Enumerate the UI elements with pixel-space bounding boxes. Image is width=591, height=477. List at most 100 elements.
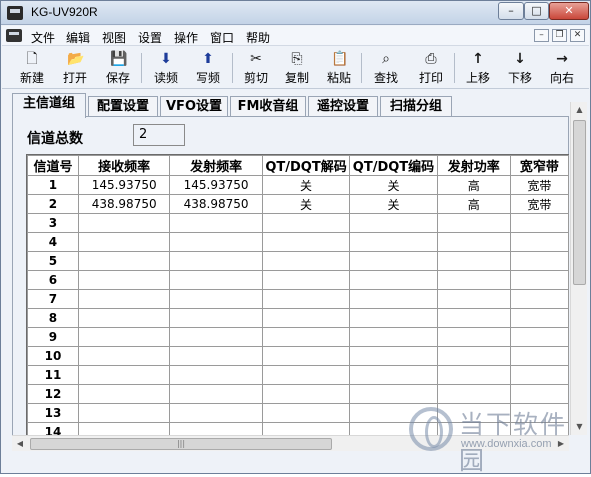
- rx-freq-cell[interactable]: [77, 289, 171, 309]
- scroll-left-arrow-icon[interactable]: ◀: [12, 436, 28, 452]
- scroll-up-arrow-icon[interactable]: ▲: [571, 102, 588, 118]
- bandwidth-cell[interactable]: [509, 308, 569, 328]
- qt-decode-cell[interactable]: [261, 270, 351, 290]
- tx-freq-cell[interactable]: [169, 289, 263, 309]
- vertical-scroll-thumb[interactable]: [573, 120, 586, 285]
- tx-power-cell[interactable]: [436, 289, 511, 309]
- bandwidth-cell[interactable]: [509, 384, 569, 404]
- table-row[interactable]: 12: [27, 384, 569, 404]
- minimize-button[interactable]: –: [498, 2, 524, 20]
- horizontal-scroll-thumb[interactable]: |||: [30, 438, 332, 450]
- move-down-button[interactable]: ↓ 下移: [502, 49, 538, 87]
- rx-freq-cell[interactable]: [77, 365, 171, 385]
- bandwidth-cell[interactable]: 宽带: [509, 194, 569, 214]
- qt-encode-cell[interactable]: [349, 365, 438, 385]
- paste-button[interactable]: 📋 粘贴: [321, 49, 357, 87]
- tx-power-cell[interactable]: [436, 213, 511, 233]
- bandwidth-cell[interactable]: [509, 289, 569, 309]
- tx-freq-cell[interactable]: [169, 384, 263, 404]
- tx-freq-cell[interactable]: [169, 346, 263, 366]
- bandwidth-cell[interactable]: [509, 213, 569, 233]
- tx-power-cell[interactable]: [436, 251, 511, 271]
- channel-no-cell[interactable]: 8: [27, 308, 79, 328]
- header-rx-freq[interactable]: 接收频率: [77, 155, 171, 176]
- rx-freq-cell[interactable]: [77, 327, 171, 347]
- maximize-button[interactable]: □: [524, 2, 549, 20]
- qt-encode-cell[interactable]: [349, 270, 438, 290]
- channel-no-cell[interactable]: 4: [27, 232, 79, 252]
- table-row[interactable]: 3: [27, 213, 569, 233]
- tx-freq-cell[interactable]: [169, 270, 263, 290]
- header-qt-encode[interactable]: QT/DQT编码: [349, 155, 438, 176]
- table-row[interactable]: 5: [27, 251, 569, 271]
- table-row[interactable]: 2 438.98750 438.98750 关关高宽带: [27, 194, 569, 214]
- rx-freq-cell[interactable]: [77, 384, 171, 404]
- header-channel-no[interactable]: 信道号: [27, 155, 79, 176]
- tx-freq-cell[interactable]: [169, 308, 263, 328]
- tx-power-cell[interactable]: 高: [436, 175, 511, 195]
- tx-power-cell[interactable]: [436, 308, 511, 328]
- table-row[interactable]: 11: [27, 365, 569, 385]
- channel-no-cell[interactable]: 6: [27, 270, 79, 290]
- find-button[interactable]: ⌕ 查找: [368, 49, 404, 87]
- rx-freq-cell[interactable]: [77, 346, 171, 366]
- bandwidth-cell[interactable]: [509, 270, 569, 290]
- qt-encode-cell[interactable]: [349, 289, 438, 309]
- qt-encode-cell[interactable]: [349, 251, 438, 271]
- menu-window[interactable]: 窗口: [210, 29, 234, 46]
- channel-no-cell[interactable]: 13: [27, 403, 79, 423]
- bandwidth-cell[interactable]: [509, 232, 569, 252]
- channel-no-cell[interactable]: 5: [27, 251, 79, 271]
- menu-operation[interactable]: 操作: [174, 29, 198, 46]
- channel-no-cell[interactable]: 11: [27, 365, 79, 385]
- mdi-restore-button[interactable]: ❐: [552, 29, 567, 42]
- table-row[interactable]: 6: [27, 270, 569, 290]
- table-row[interactable]: 7: [27, 289, 569, 309]
- channel-no-cell[interactable]: 1: [27, 175, 79, 195]
- qt-decode-cell[interactable]: 关: [261, 194, 351, 214]
- qt-decode-cell[interactable]: [261, 232, 351, 252]
- table-row[interactable]: 4: [27, 232, 569, 252]
- rx-freq-cell[interactable]: 438.98750: [77, 194, 171, 214]
- qt-encode-cell[interactable]: [349, 213, 438, 233]
- close-button[interactable]: ✕: [549, 2, 589, 20]
- bandwidth-cell[interactable]: [509, 327, 569, 347]
- header-bandwidth[interactable]: 宽窄带: [509, 155, 569, 176]
- channel-no-cell[interactable]: 9: [27, 327, 79, 347]
- save-button[interactable]: 💾 保存: [100, 49, 136, 87]
- header-qt-decode[interactable]: QT/DQT解码: [261, 155, 351, 176]
- tx-power-cell[interactable]: [436, 327, 511, 347]
- qt-decode-cell[interactable]: [261, 384, 351, 404]
- table-row[interactable]: 1 145.93750 145.93750 关关高宽带: [27, 175, 569, 195]
- rx-freq-cell[interactable]: [77, 213, 171, 233]
- qt-encode-cell[interactable]: [349, 346, 438, 366]
- tx-freq-cell[interactable]: 145.93750: [169, 175, 263, 195]
- print-button[interactable]: ⎙ 打印: [413, 49, 449, 87]
- move-up-button[interactable]: ↑ 上移: [460, 49, 496, 87]
- write-frequency-button[interactable]: ⬆ 写频: [190, 49, 226, 87]
- tx-freq-cell[interactable]: [169, 213, 263, 233]
- tx-power-cell[interactable]: [436, 384, 511, 404]
- read-frequency-button[interactable]: ⬇ 读频: [148, 49, 184, 87]
- channel-count-field[interactable]: 2: [133, 124, 185, 146]
- qt-encode-cell[interactable]: 关: [349, 194, 438, 214]
- table-row[interactable]: 10: [27, 346, 569, 366]
- qt-decode-cell[interactable]: [261, 403, 351, 423]
- bandwidth-cell[interactable]: [509, 346, 569, 366]
- title-bar[interactable]: KG-UV920R – □ ✕: [1, 1, 590, 25]
- qt-encode-cell[interactable]: 关: [349, 175, 438, 195]
- open-button[interactable]: 📂 打开: [57, 49, 93, 87]
- qt-decode-cell[interactable]: [261, 289, 351, 309]
- move-right-button[interactable]: → 向右: [544, 49, 580, 87]
- tx-power-cell[interactable]: [436, 232, 511, 252]
- tx-power-cell[interactable]: [436, 270, 511, 290]
- vertical-scrollbar[interactable]: ▲ ▼: [570, 102, 587, 435]
- bandwidth-cell[interactable]: 宽带: [509, 175, 569, 195]
- tab-remote[interactable]: 遥控设置: [308, 96, 378, 117]
- qt-encode-cell[interactable]: [349, 384, 438, 404]
- qt-encode-cell[interactable]: [349, 327, 438, 347]
- qt-decode-cell[interactable]: [261, 327, 351, 347]
- qt-decode-cell[interactable]: [261, 365, 351, 385]
- tx-freq-cell[interactable]: 438.98750: [169, 194, 263, 214]
- menu-help[interactable]: 帮助: [246, 29, 270, 46]
